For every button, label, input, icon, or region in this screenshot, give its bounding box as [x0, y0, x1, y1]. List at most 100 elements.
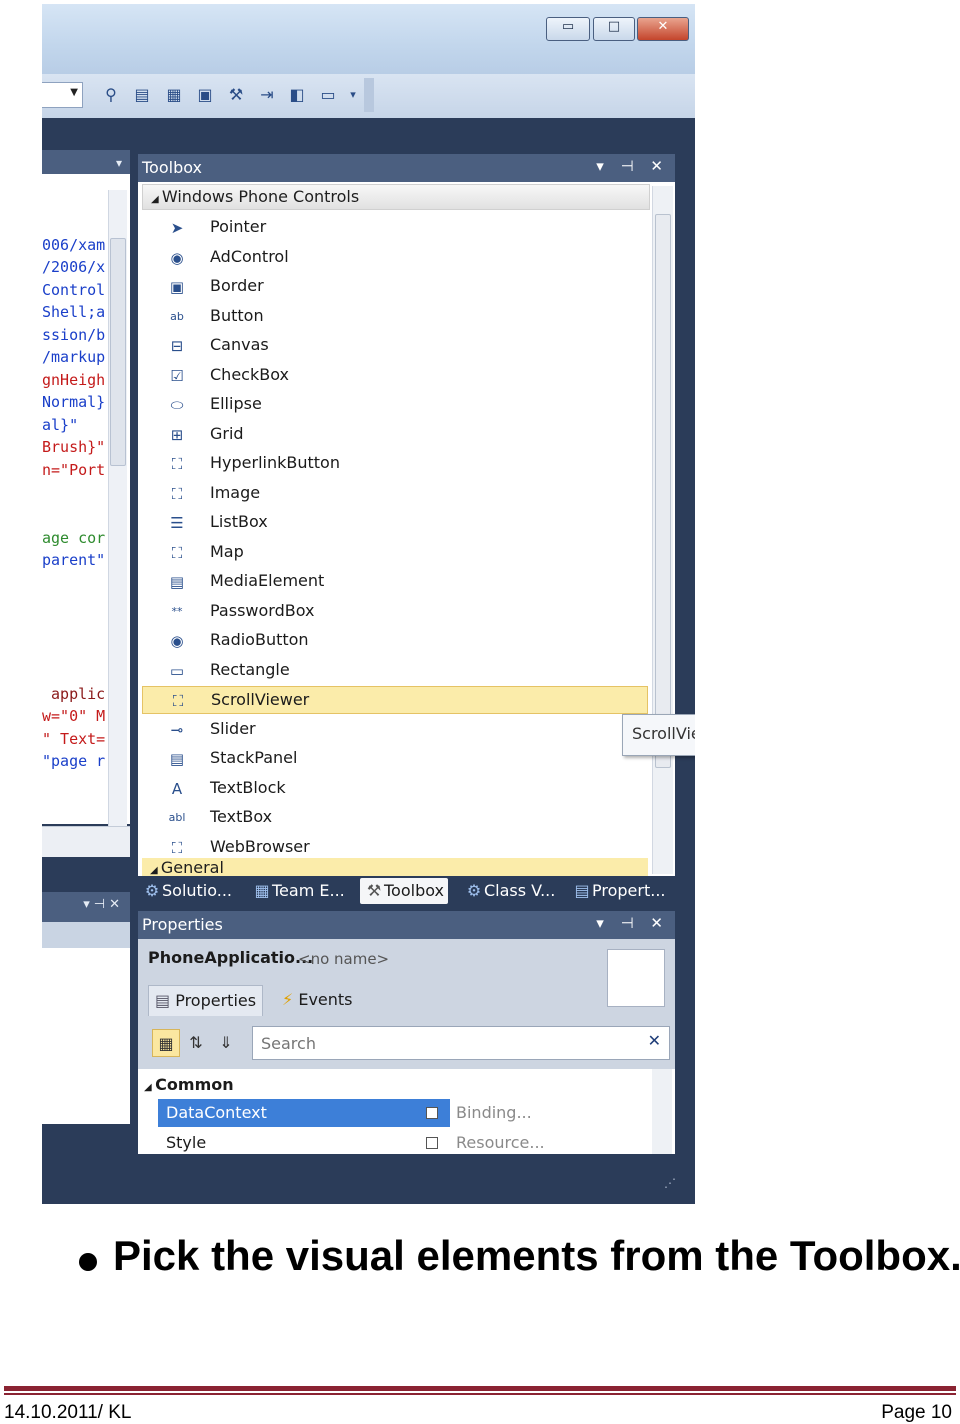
toolbox-window-controls[interactable]: ▾ ⊣ ✕	[596, 157, 669, 175]
category-label: Windows Phone Controls	[161, 187, 360, 206]
toolbox-item-label: Map	[210, 541, 244, 561]
collapse-triangle-icon: ◢	[150, 865, 161, 876]
maximize-button[interactable]: □	[593, 17, 635, 41]
tab-label: Propert...	[592, 881, 666, 900]
toolbox-item-button[interactable]: ab Button	[142, 303, 648, 331]
radiobutton-icon: ◉	[170, 632, 184, 650]
toolbox-item-pointer[interactable]: ➤ Pointer	[142, 214, 648, 242]
configuration-combo[interactable]: ▼	[42, 82, 83, 108]
toolbox-item-passwordbox[interactable]: ** PasswordBox	[142, 598, 648, 626]
clear-search-icon[interactable]: ✕	[648, 1031, 661, 1050]
toolbox-item-label: TextBox	[210, 807, 273, 826]
category-windows-phone-controls[interactable]: ◢ Windows Phone Controls	[142, 184, 650, 210]
toolbox-item-scrollviewer[interactable]: ⛶ ScrollViewer	[142, 686, 648, 714]
category-general[interactable]: ◢ General	[142, 858, 648, 876]
toolbox-item-label: TextBlock	[210, 777, 286, 797]
panel-controls-icon[interactable]: ▾⊣✕	[83, 897, 124, 912]
toolbox-item-radiobutton[interactable]: ◉ RadioButton	[142, 627, 648, 655]
categorized-icon[interactable]: ▦	[152, 1029, 180, 1057]
property-marker-icon[interactable]	[426, 1137, 438, 1149]
canvas-icon: ⊟	[170, 337, 184, 355]
minimize-button[interactable]: ▭	[546, 17, 590, 41]
toolbox-item-label: MediaElement	[210, 571, 325, 590]
property-value[interactable]: Binding...	[456, 1099, 532, 1127]
category-common[interactable]: Common	[155, 1075, 233, 1094]
tab-label: Solutio...	[162, 881, 233, 900]
code-line: ssion/b	[42, 326, 106, 344]
alphabetical-sort-icon[interactable]: ⇅	[182, 1029, 210, 1057]
properties-window-controls[interactable]: ▾ ⊣ ✕	[596, 914, 669, 932]
toolbox-item-label: Image	[210, 482, 261, 502]
properties-scrollbar[interactable]	[652, 1069, 672, 1154]
toolbar-overflow-icon[interactable]: ▾	[342, 84, 364, 106]
toolbox-item-mediaelement[interactable]: ▤ MediaElement	[142, 568, 648, 596]
resize-grip-icon[interactable]: ⋰	[664, 1176, 676, 1190]
code-line: 006/xam	[42, 236, 106, 254]
tab-properties[interactable]: ▤ Propert...	[572, 878, 666, 904]
toolbox-item-adcontrol[interactable]: ◉ AdControl	[142, 244, 648, 272]
editor-scroll-thumb[interactable]	[110, 238, 126, 466]
toolbox-item-label: RadioButton	[210, 630, 309, 649]
dropdown-icon[interactable]: ▾	[116, 156, 122, 170]
sort-by-source-icon[interactable]: ⇓	[212, 1029, 240, 1057]
scrollviewer-icon: ⛶	[172, 692, 184, 710]
toolbox-item-map[interactable]: ⛶ Map	[142, 539, 648, 567]
object-browser-icon[interactable]: ▦	[163, 84, 185, 106]
toolbox-item-image[interactable]: ⛶ Image	[142, 480, 648, 508]
toolbox-item-rectangle[interactable]: ▭ Rectangle	[142, 657, 648, 685]
tab-team-explorer[interactable]: ▦ Team E...	[252, 878, 344, 904]
toolbox-item-canvas[interactable]: ⊟ Canvas	[142, 332, 648, 360]
code-line: gnHeigh	[42, 371, 106, 389]
search-input[interactable]	[259, 1032, 633, 1054]
toolbox-item-textbox[interactable]: abl TextBox	[142, 804, 648, 832]
tab-events-label: Events	[298, 990, 353, 1009]
tab-properties[interactable]: ▤ Properties	[148, 985, 264, 1016]
main-toolbar: ▼ ⚲ ▤ ▦ ▣ ⚒ ⇥ ◧ ▭ ▾	[42, 74, 695, 118]
property-marker-icon[interactable]	[426, 1107, 438, 1119]
command-window-icon[interactable]: ▭	[317, 84, 339, 106]
toolbox-item-listbox[interactable]: ☰ ListBox	[142, 509, 648, 537]
tab-solution-explorer[interactable]: ⚙ Solutio...	[142, 878, 232, 904]
object-type: PhoneApplicatio...	[148, 948, 314, 967]
toolbox-item-stackpanel[interactable]: ▤ StackPanel	[142, 745, 648, 773]
property-search-box[interactable]: ✕	[252, 1026, 670, 1060]
property-row-style[interactable]: Style Resource...	[158, 1129, 648, 1157]
toolbox-item-grid[interactable]: ⊞ Grid	[142, 421, 648, 449]
rectangle-icon: ▭	[169, 661, 185, 680]
code-line: al}"	[42, 416, 79, 434]
properties-tool-icon[interactable]: ▤	[131, 84, 153, 106]
toolbox-item-textblock[interactable]: A TextBlock	[142, 775, 648, 803]
toolbox-scrollbar[interactable]	[652, 186, 673, 874]
property-row-datacontext[interactable]: DataContext Binding...	[158, 1099, 648, 1127]
toolbox-tooltip: ScrollVie	[622, 714, 695, 756]
property-value[interactable]: Resource...	[456, 1129, 545, 1157]
tab-class-view[interactable]: ⚙ Class V...	[464, 878, 556, 904]
toolbox-item-hyperlinkbutton[interactable]: ⛶ HyperlinkButton	[142, 450, 648, 478]
toolbox-item-slider[interactable]: ⊸ Slider	[142, 716, 648, 744]
close-button[interactable]: ✕	[637, 17, 689, 41]
code-line: Normal}	[42, 393, 106, 411]
editor-hscrollbar[interactable]	[42, 826, 130, 857]
chevron-down-icon: ▼	[70, 87, 78, 98]
explorer-icon[interactable]: ▣	[194, 84, 216, 106]
properties-icon: ▤	[155, 991, 176, 1010]
pointer-icon: ➤	[170, 219, 184, 237]
toolbox-item-ellipse[interactable]: ⬭ Ellipse	[142, 391, 648, 419]
find-icon[interactable]: ⚲	[100, 84, 122, 106]
tab-events[interactable]: ⚡ Events	[282, 985, 353, 1015]
left-panel-toolbar	[42, 922, 130, 948]
start-page-icon[interactable]: ⇥	[256, 84, 278, 106]
toolbox-item-checkbox[interactable]: ☑ CheckBox	[142, 362, 648, 390]
code-line: n="Port	[42, 461, 106, 479]
object-name[interactable]: <no name>	[298, 950, 389, 968]
toolbox-tool-icon[interactable]: ⚒	[225, 84, 247, 106]
tab-toolbox[interactable]: ⚒ Toolbox	[360, 878, 448, 904]
tab-properties-label: Properties	[175, 991, 257, 1010]
extension-icon[interactable]: ◧	[286, 84, 308, 106]
close-icon: ✕	[657, 19, 669, 34]
editor-scrollbar[interactable]	[108, 190, 127, 830]
toolbox-scroll-thumb[interactable]	[655, 214, 671, 768]
toolbar-grip	[364, 78, 374, 112]
code-line: Control	[42, 281, 106, 299]
toolbox-item-border[interactable]: ▣ Border	[142, 273, 648, 301]
